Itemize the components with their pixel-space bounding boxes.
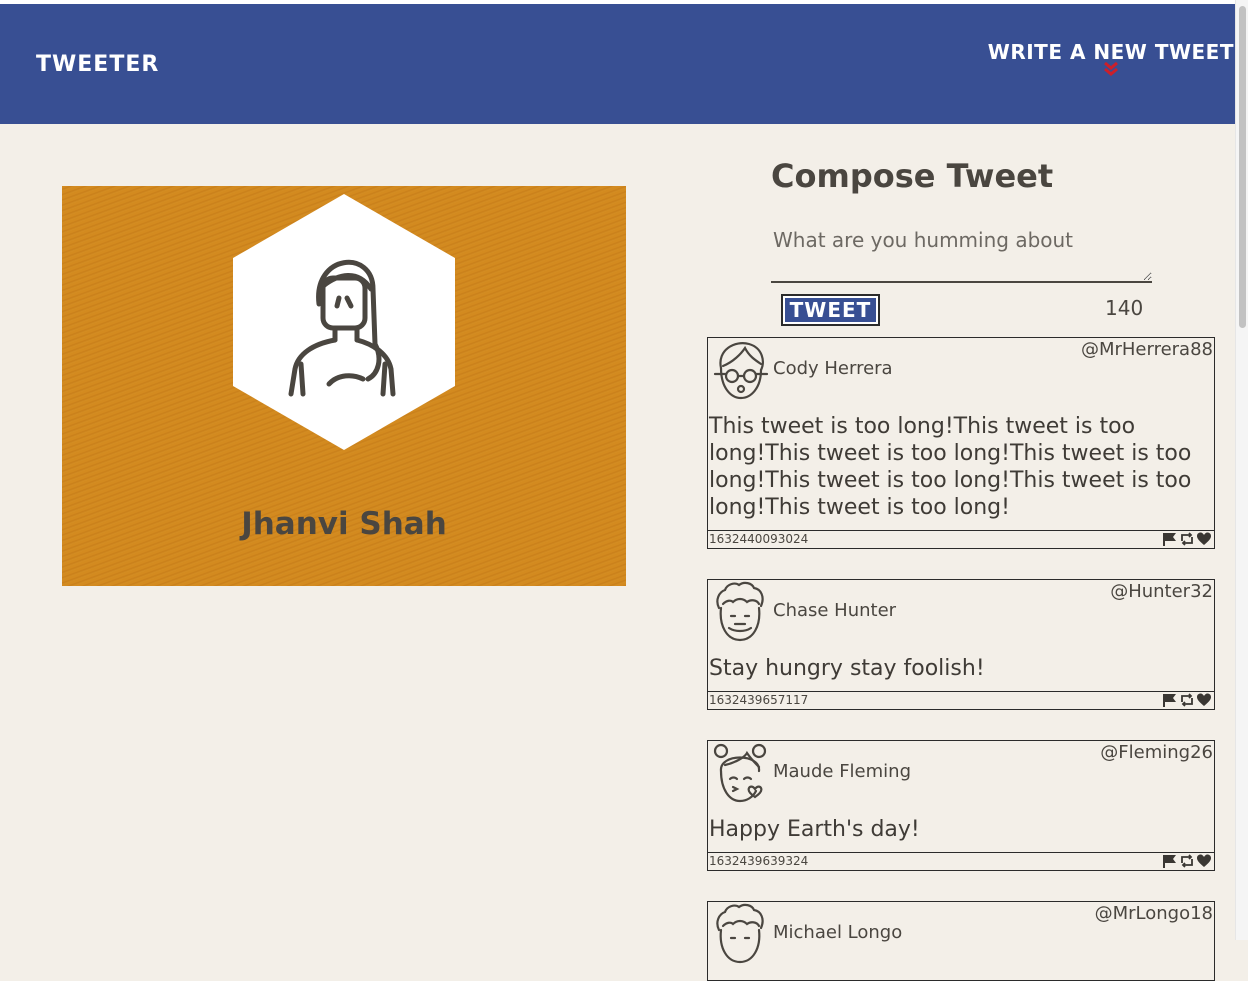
- tweet-timestamp: 1632439639324: [709, 854, 809, 868]
- tweet-card: Cody Herrera @MrHerrera88 This tweet is …: [707, 337, 1215, 549]
- tweet-text: This tweet is too long!This tweet is too…: [709, 414, 1192, 520]
- tweet-author-handle: @Fleming26: [1100, 742, 1213, 763]
- tweet-timestamp: 1632439657117: [709, 693, 809, 707]
- tweet-timestamp: 1632440093024: [709, 532, 809, 546]
- scrollbar-thumb[interactable]: [1239, 6, 1246, 328]
- retweet-icon[interactable]: [1179, 532, 1195, 546]
- man-glasses-avatar-icon: [713, 342, 769, 400]
- write-new-tweet-button[interactable]: WRITE A NEW TWEET: [988, 40, 1234, 76]
- tweet-card: Chase Hunter @Hunter32 Stay hungry stay …: [707, 579, 1215, 710]
- tweet-footer: 1632440093024: [708, 530, 1214, 548]
- tweet-author-handle: @Hunter32: [1110, 581, 1213, 602]
- heart-icon[interactable]: [1196, 532, 1212, 546]
- retweet-icon[interactable]: [1179, 854, 1195, 868]
- tweet-footer: 1632439639324: [708, 852, 1214, 870]
- tweet-footer: 1632439657117: [708, 691, 1214, 709]
- heart-icon[interactable]: [1196, 693, 1212, 707]
- tweet-author-name: Cody Herrera: [773, 358, 893, 379]
- character-counter: 140: [1105, 296, 1144, 320]
- tweet-author-handle: @MrLongo18: [1094, 903, 1213, 924]
- tweet-actions: [1162, 693, 1212, 707]
- brand-logo[interactable]: TWEETER: [36, 52, 159, 77]
- tweet-actions: [1162, 532, 1212, 546]
- tweet-author-name: Maude Fleming: [773, 761, 911, 782]
- page-scrollbar[interactable]: [1235, 0, 1248, 940]
- girl-kiss-avatar-icon: [713, 743, 767, 803]
- compose-title: Compose Tweet: [771, 157, 1054, 195]
- tweet-card: Michael Longo @MrLongo18: [707, 901, 1215, 981]
- heart-icon[interactable]: [1196, 854, 1212, 868]
- woman-avatar-icon: [233, 194, 455, 450]
- tweet-text: Stay hungry stay foolish!: [709, 656, 985, 681]
- curly-hair-avatar-icon: [716, 903, 764, 964]
- profile-name: Jhanvi Shah: [241, 506, 447, 542]
- tweet-text: Happy Earth's day!: [709, 817, 920, 842]
- compose-tweet-input[interactable]: [771, 228, 1152, 283]
- tweet-actions: [1162, 854, 1212, 868]
- flag-icon[interactable]: [1162, 532, 1178, 546]
- write-new-tweet-label: WRITE A NEW TWEET: [987, 40, 1234, 64]
- retweet-icon[interactable]: [1179, 693, 1195, 707]
- flag-icon[interactable]: [1162, 693, 1178, 707]
- tweet-author-handle: @MrHerrera88: [1080, 339, 1213, 360]
- navbar: TWEETER WRITE A NEW TWEET: [0, 4, 1236, 124]
- flag-icon[interactable]: [1162, 854, 1178, 868]
- profile-card: Jhanvi Shah: [62, 186, 626, 586]
- tweet-author-name: Chase Hunter: [773, 600, 897, 621]
- tweet-card: Maude Fleming @Fleming26 Happy Earth's d…: [707, 740, 1215, 871]
- curly-hair-avatar-icon: [716, 581, 764, 642]
- double-chevron-down-icon: [1103, 62, 1118, 76]
- tweet-button[interactable]: TWEET: [781, 294, 880, 326]
